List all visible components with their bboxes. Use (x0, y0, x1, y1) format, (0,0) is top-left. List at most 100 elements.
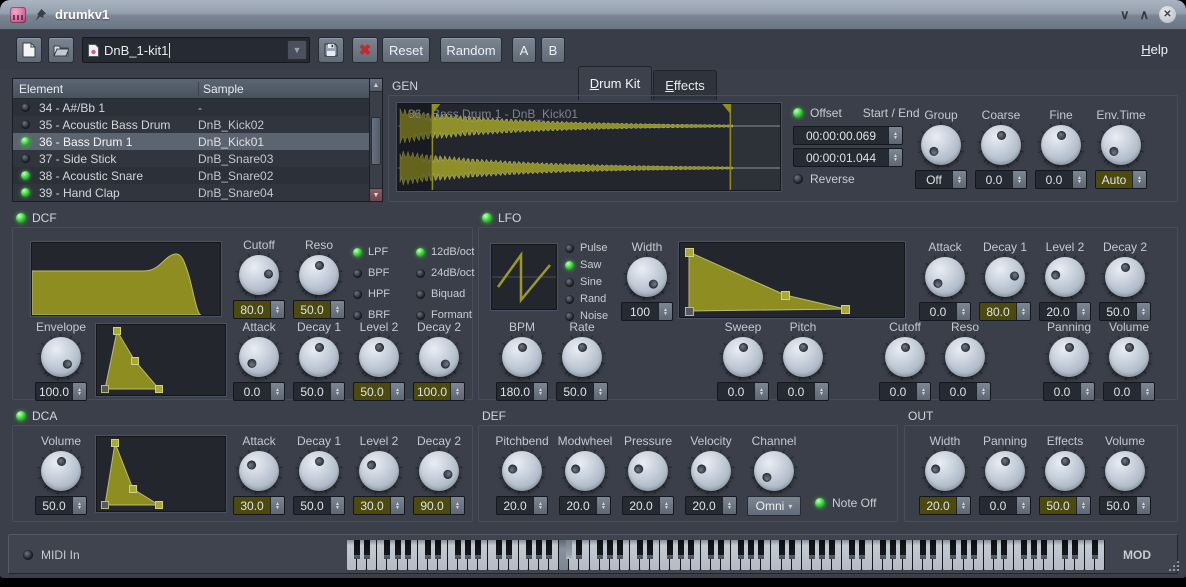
piano-key-3[interactable] (364, 540, 370, 559)
radio-hpf[interactable]: HPF (353, 288, 390, 300)
spin-arrows-icon[interactable]: ▲▼ (450, 497, 464, 514)
maximize-button[interactable]: ∧ (1139, 8, 1149, 21)
piano-key-114[interactable] (1021, 540, 1027, 559)
effects-knob[interactable] (1045, 451, 1085, 491)
radio-bpf[interactable]: BPF (353, 267, 390, 279)
piano-key-15[interactable] (435, 540, 441, 559)
piano-key-37[interactable] (566, 540, 572, 559)
spin-arrows-icon[interactable]: ▲▼ (1076, 497, 1090, 514)
spin-arrows-icon[interactable]: ▲▼ (1012, 171, 1026, 188)
decay-2-knob[interactable] (419, 451, 459, 491)
channel-knob[interactable] (754, 451, 794, 491)
spin-arrows-icon[interactable]: ▲▼ (72, 497, 86, 514)
spin-arrows-icon[interactable]: ▲▼ (1136, 303, 1150, 320)
piano-key-34[interactable] (546, 540, 552, 559)
list-item[interactable]: 39 - Hand ClapDnB_Snare04 (13, 184, 382, 201)
piano-key-49[interactable] (637, 540, 643, 559)
combobox-dropdown-button[interactable]: ▼ (287, 40, 307, 60)
spin-arrows-icon[interactable]: ▲▼ (533, 383, 547, 400)
list-item[interactable]: 38 - Acoustic SnareDnB_Snare02 (13, 167, 382, 184)
radio-sine[interactable]: Sine (565, 276, 608, 288)
pressure-spinbox[interactable]: 20.0▲▼ (622, 496, 674, 515)
filter-response-display[interactable] (31, 242, 221, 316)
sample-waveform-display[interactable]: 36 - Bass Drum 1 - DnB_Kick01 (397, 103, 781, 191)
radio-pulse[interactable]: Pulse (565, 242, 608, 254)
group-knob[interactable] (921, 125, 961, 165)
piano-key-106[interactable] (971, 540, 977, 559)
list-item[interactable]: 36 - Bass Drum 1DnB_Kick01 (13, 133, 382, 150)
piano-key-111[interactable] (1001, 540, 1007, 559)
dca-envelope-display[interactable] (96, 436, 226, 512)
reso-spinbox[interactable]: 50.0▲▼ (293, 300, 345, 319)
spin-arrows-icon[interactable]: ▲▼ (533, 497, 547, 514)
attack-knob[interactable] (239, 337, 279, 377)
spin-arrows-icon[interactable]: ▲▼ (1016, 497, 1030, 514)
list-scrollbar[interactable]: ▲ ▼ (369, 79, 382, 201)
spin-arrows-icon[interactable]: ▲▼ (596, 497, 610, 514)
piano-key-68[interactable] (748, 540, 754, 559)
piano-key-54[interactable] (667, 540, 673, 559)
cutoff-knob[interactable] (239, 255, 279, 295)
level-2-knob[interactable] (1045, 257, 1085, 297)
decay-1-spinbox[interactable]: 50.0▲▼ (293, 496, 345, 515)
piano-key-32[interactable] (536, 540, 542, 559)
width-spinbox[interactable]: 20.0▲▼ (919, 496, 971, 515)
piano-key-123[interactable] (1072, 540, 1078, 559)
fine-spinbox[interactable]: 0.0▲▼ (1035, 170, 1087, 189)
piano-key-121[interactable] (1062, 540, 1068, 559)
spin-arrows-icon[interactable]: ▲▼ (270, 301, 284, 318)
piano-key-42[interactable] (597, 540, 603, 559)
list-item[interactable]: 35 - Acoustic Bass DrumDnB_Kick02 (13, 116, 382, 133)
bpm-spinbox[interactable]: 180.0▲▼ (496, 382, 548, 401)
spin-arrows-icon[interactable]: ▲▼ (952, 171, 966, 188)
piano-key-66[interactable] (738, 540, 744, 559)
width-knob[interactable] (627, 257, 667, 297)
piano-key-20[interactable] (465, 540, 471, 559)
spin-arrows-icon[interactable]: ▲▼ (330, 301, 344, 318)
piano-key-87[interactable] (859, 540, 865, 559)
level-2-spinbox[interactable]: 50.0▲▼ (353, 382, 405, 401)
pitch-knob[interactable] (783, 337, 823, 377)
reso-knob[interactable] (299, 255, 339, 295)
spin-arrows-icon[interactable]: ▲▼ (658, 303, 672, 320)
piano-key-92[interactable] (890, 540, 896, 559)
spin-arrows-icon[interactable]: ▲▼ (814, 383, 828, 400)
piano-key-56[interactable] (678, 540, 684, 559)
volume-spinbox[interactable]: 50.0▲▼ (1099, 496, 1151, 515)
coarse-spinbox[interactable]: 0.0▲▼ (975, 170, 1027, 189)
reso-knob[interactable] (945, 337, 985, 377)
decay-2-spinbox[interactable]: 90.0▲▼ (413, 496, 465, 515)
spin-arrows-icon[interactable]: ▲▼ (1080, 383, 1094, 400)
piano-key-118[interactable] (1041, 540, 1047, 559)
pitchbend-spinbox[interactable]: 20.0▲▼ (496, 496, 548, 515)
level-2-spinbox[interactable]: 20.0▲▼ (1039, 302, 1091, 321)
attack-knob[interactable] (925, 257, 965, 297)
decay-1-spinbox[interactable]: 50.0▲▼ (293, 382, 345, 401)
radio-12db-oct[interactable]: 12dB/oct (416, 246, 474, 258)
close-button[interactable]: ✕ (1159, 6, 1176, 23)
spin-arrows-icon[interactable]: ▲▼ (390, 497, 404, 514)
piano-key-58[interactable] (688, 540, 694, 559)
piano-key-13[interactable] (425, 540, 431, 559)
pressure-knob[interactable] (628, 451, 668, 491)
scroll-down-icon[interactable]: ▼ (370, 188, 382, 201)
list-item[interactable]: 34 - A#/Bb 1- (13, 99, 382, 116)
volume-knob[interactable] (1109, 337, 1149, 377)
spin-arrows-icon[interactable]: ▲▼ (330, 497, 344, 514)
decay-2-knob[interactable] (1105, 257, 1145, 297)
delete-preset-button[interactable]: ✖ (352, 37, 378, 63)
save-preset-button[interactable] (318, 37, 344, 63)
volume-spinbox[interactable]: 0.0▲▼ (1103, 382, 1155, 401)
modwheel-knob[interactable] (565, 451, 605, 491)
env-time-knob[interactable] (1101, 125, 1141, 165)
piano-key-78[interactable] (809, 540, 815, 559)
piano-key-1[interactable] (354, 540, 360, 559)
list-item[interactable]: 37 - Side StickDnB_Snare03 (13, 150, 382, 167)
spin-arrows-icon[interactable]: ▲▼ (956, 303, 970, 320)
spin-arrows-icon[interactable]: ▲▼ (976, 383, 990, 400)
dcf-led[interactable] (16, 213, 26, 223)
bpm-knob[interactable] (502, 337, 542, 377)
list-header[interactable]: Element Sample (13, 79, 382, 99)
spin-arrows-icon[interactable]: ▲▼ (450, 383, 464, 400)
effects-spinbox[interactable]: 50.0▲▼ (1039, 496, 1091, 515)
